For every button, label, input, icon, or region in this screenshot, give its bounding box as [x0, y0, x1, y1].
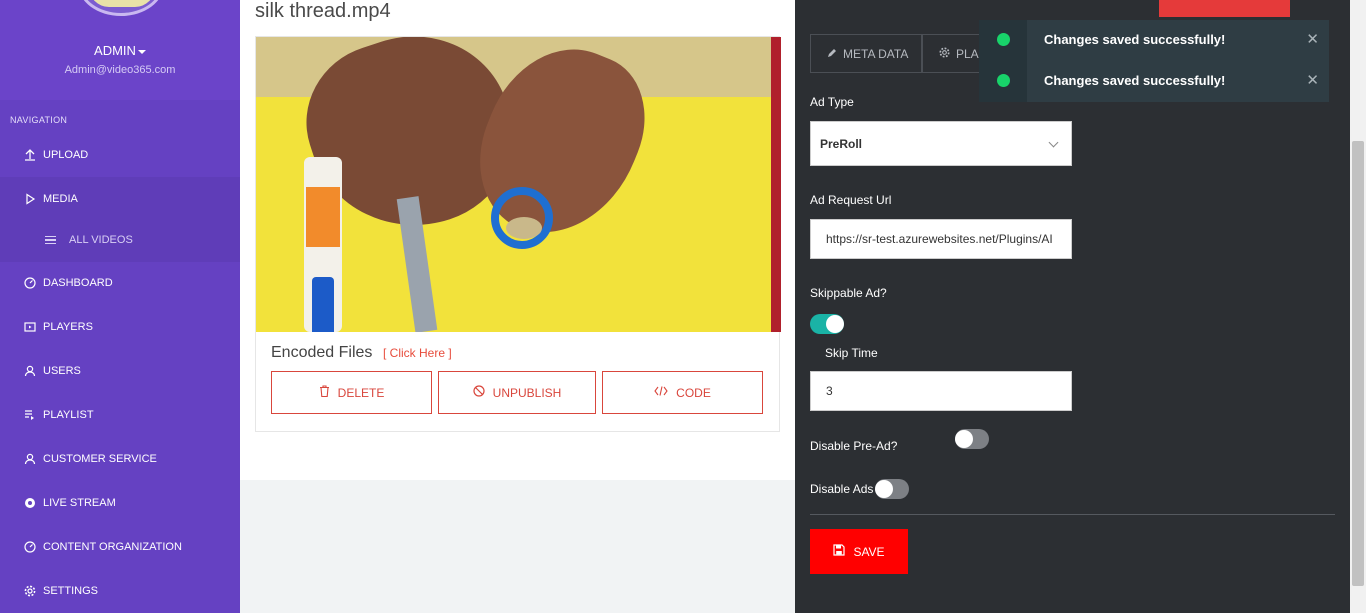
chevron-down-icon	[1048, 137, 1059, 148]
sidebar-item-live-stream[interactable]: LIVE STREAM	[0, 481, 240, 525]
sidebar-item-users[interactable]: USERS	[0, 349, 240, 393]
close-icon[interactable]: ✕	[1306, 30, 1319, 48]
sidebar: ADMIN Admin@video365.com NAVIGATION UPLO…	[0, 0, 240, 613]
toast-indicator	[979, 61, 1027, 102]
sidebar-item-label: PLAYERS	[43, 321, 93, 333]
sidebar-item-playlist[interactable]: PLAYLIST	[0, 393, 240, 437]
trash-icon	[319, 385, 330, 400]
avatar[interactable]	[78, 0, 164, 16]
sidebar-item-label: CUSTOMER SERVICE	[43, 453, 157, 465]
toggle-knob	[826, 315, 844, 333]
sidebar-item-content-organization[interactable]: CONTENT ORGANIZATION	[0, 525, 240, 569]
sidebar-item-label: PLAYLIST	[43, 409, 94, 421]
pencil-icon	[827, 47, 837, 61]
sidebar-item-upload[interactable]: UPLOAD	[0, 133, 240, 177]
toast-message: Changes saved successfully!	[1044, 73, 1226, 88]
sidebar-item-players[interactable]: PLAYERS	[0, 305, 240, 349]
nav-heading: NAVIGATION	[10, 115, 68, 125]
play-icon	[24, 193, 36, 205]
skip-time-input[interactable]: 3	[810, 371, 1072, 411]
success-dot-icon	[997, 33, 1010, 46]
sidebar-item-label: USERS	[43, 365, 81, 377]
code-label: CODE	[676, 385, 711, 400]
upload-icon	[24, 149, 36, 161]
encoded-files-heading: Encoded Files	[271, 344, 373, 361]
toast-notification: Changes saved successfully! ✕	[979, 20, 1329, 61]
gauge-icon	[24, 541, 36, 553]
user-menu[interactable]: ADMIN	[0, 43, 240, 58]
sidebar-item-customer-service[interactable]: CUSTOMER SERVICE	[0, 437, 240, 481]
playlist-icon	[24, 409, 36, 421]
sidebar-item-media[interactable]: MEDIA	[0, 177, 240, 221]
main-content: silk thread.mp4 Encoded Files [ Click He…	[240, 0, 795, 613]
divider	[810, 514, 1335, 515]
gauge-icon	[24, 277, 36, 289]
sidebar-item-label: DASHBOARD	[43, 277, 113, 289]
delete-button[interactable]: DELETE	[271, 371, 432, 414]
close-icon[interactable]: ✕	[1306, 71, 1319, 89]
save-label: SAVE	[853, 544, 885, 559]
scrollbar-thumb[interactable]	[1352, 141, 1364, 586]
toast-notification: Changes saved successfully! ✕	[979, 61, 1329, 102]
user-icon	[24, 365, 36, 377]
ban-icon	[473, 385, 485, 400]
code-button[interactable]: CODE	[602, 371, 763, 414]
disable-pre-ad-toggle[interactable]	[955, 429, 989, 449]
disable-ads-toggle[interactable]	[875, 479, 909, 499]
list-icon	[45, 234, 56, 247]
sidebar-item-dashboard[interactable]: DASHBOARD	[0, 261, 240, 305]
skip-time-label: Skip Time	[825, 346, 878, 360]
video-card: Encoded Files [ Click Here ] DELETE UNPU…	[255, 36, 781, 432]
sidebar-item-label: MEDIA	[43, 193, 78, 205]
sidebar-item-label: LIVE STREAM	[43, 497, 116, 509]
sidebar-item-settings[interactable]: SETTINGS	[0, 569, 240, 613]
unpublish-label: UNPUBLISH	[492, 385, 562, 400]
toast-indicator	[979, 20, 1027, 61]
gear-icon	[939, 46, 950, 61]
player-icon	[24, 321, 36, 333]
tab-label: PLA	[956, 46, 979, 61]
user-email: Admin@video365.com	[64, 64, 176, 76]
floppy-icon	[833, 544, 846, 559]
tab-player[interactable]: PLA	[922, 34, 982, 73]
toast-message: Changes saved successfully!	[1044, 32, 1226, 47]
ad-type-value: PreRoll	[820, 136, 863, 151]
tab-label: META DATA	[843, 46, 909, 61]
skippable-ad-label: Skippable Ad?	[810, 286, 887, 300]
user-icon	[24, 453, 36, 465]
ad-type-label: Ad Type	[810, 95, 854, 109]
success-dot-icon	[997, 74, 1010, 87]
ad-type-select[interactable]: PreRoll	[810, 121, 1072, 166]
unpublish-button[interactable]: UNPUBLISH	[438, 371, 596, 414]
sidebar-item-all-videos[interactable]: ALL VIDEOS	[0, 218, 240, 262]
disable-pre-ad-label: Disable Pre-Ad?	[810, 439, 898, 453]
user-name: ADMIN	[94, 43, 136, 58]
save-button[interactable]: SAVE	[810, 529, 908, 574]
click-here-link[interactable]: [ Click Here ]	[383, 346, 452, 360]
sidebar-item-label: ALL VIDEOS	[69, 234, 133, 246]
sidebar-item-label: SETTINGS	[43, 585, 99, 597]
ad-request-url-input[interactable]: https://sr-test.azurewebsites.net/Plugin…	[810, 219, 1072, 259]
delete-label: DELETE	[337, 385, 385, 400]
video-player[interactable]	[256, 37, 781, 332]
page-scrollbar[interactable]	[1350, 0, 1366, 613]
video-title: silk thread.mp4	[255, 0, 391, 22]
sidebar-item-label: UPLOAD	[43, 149, 89, 161]
disable-ads-label: Disable Ads	[810, 482, 874, 496]
caret-down-icon	[137, 49, 146, 54]
toggle-knob	[955, 430, 973, 448]
red-header-button[interactable]	[1159, 0, 1290, 17]
gear-icon	[24, 585, 36, 597]
ad-request-url-label: Ad Request Url	[810, 193, 892, 207]
live-icon	[24, 497, 36, 509]
skippable-ad-toggle[interactable]	[810, 314, 844, 334]
toggle-knob	[875, 480, 893, 498]
code-icon	[654, 386, 668, 399]
sidebar-item-label: CONTENT ORGANIZATION	[43, 541, 182, 553]
tab-meta-data[interactable]: META DATA	[810, 34, 922, 73]
